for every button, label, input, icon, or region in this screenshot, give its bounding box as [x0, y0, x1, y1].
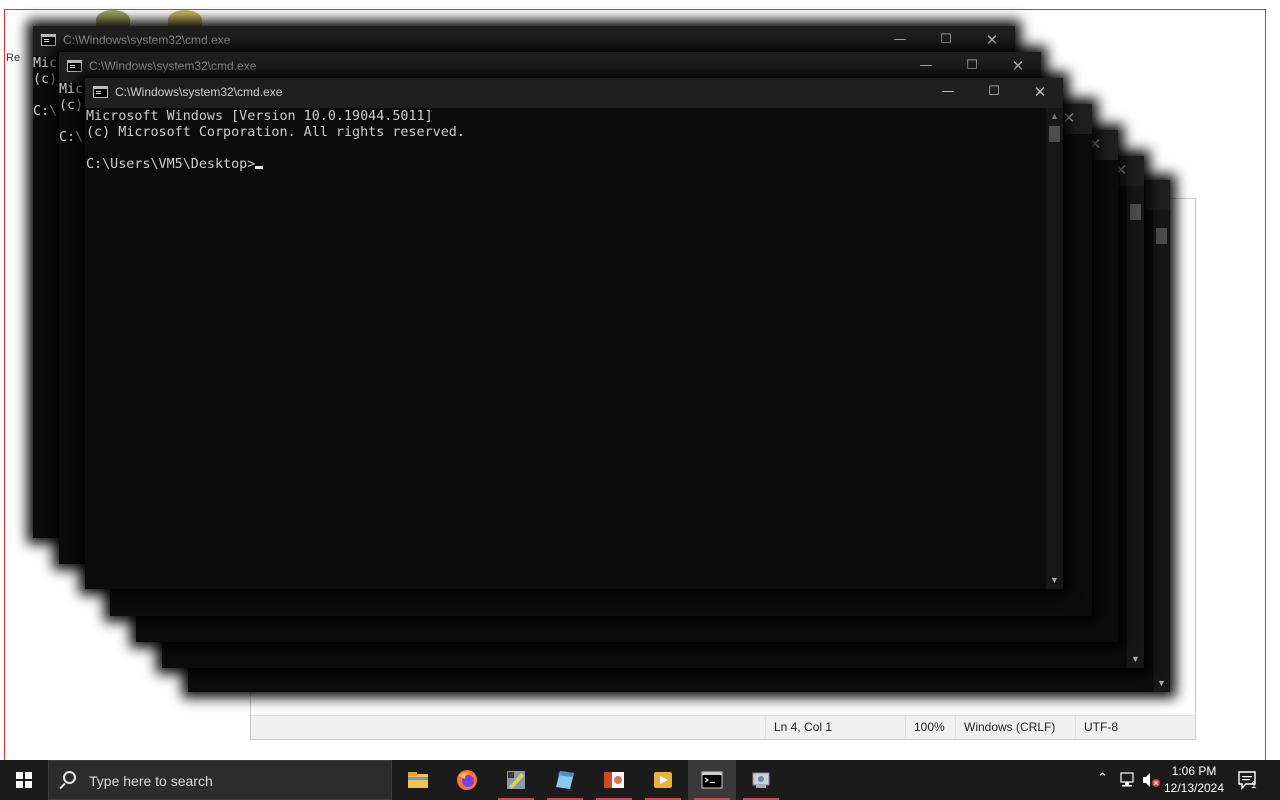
media-player-icon	[654, 772, 672, 788]
taskbar-media-player[interactable]	[639, 760, 687, 800]
taskbar-app-notes[interactable]	[541, 760, 589, 800]
app-tool-icon	[507, 771, 525, 789]
scroll-up-icon[interactable]: ▲	[1046, 108, 1063, 125]
vertical-scrollbar[interactable]: ▲ ▼	[1046, 108, 1063, 589]
network-icon[interactable]	[1118, 772, 1136, 788]
command-prompt-icon	[701, 771, 723, 789]
window-title: C:\Windows\system32\cmd.exe	[89, 59, 257, 73]
console-line: Microsoft Windows [Version 10.0.19044.50…	[86, 109, 433, 124]
window-title: C:\Windows\system32\cmd.exe	[115, 85, 283, 99]
taskbar-firefox[interactable]	[443, 760, 491, 800]
vertical-scrollbar[interactable]: ▼	[1153, 210, 1170, 692]
taskbar-file-explorer[interactable]	[394, 760, 442, 800]
window-title: C:\Windows\system32\cmd.exe	[63, 33, 231, 47]
cmd-app-icon	[41, 34, 56, 46]
taskbar-app-tool[interactable]	[492, 760, 540, 800]
taskbar-app-presentation[interactable]	[590, 760, 638, 800]
taskbar-clock[interactable]: 1:06 PM 12/13/2024	[1162, 763, 1226, 797]
app-notes-icon	[556, 771, 574, 789]
clock-date: 12/13/2024	[1163, 781, 1225, 795]
prompt-line[interactable]: C:\Users\VM5\Desktop>	[86, 157, 1046, 173]
taskbar-search-box[interactable]: Type here to search	[48, 760, 392, 800]
show-hidden-icons-chevron-icon[interactable]: ⌃	[1097, 771, 1108, 786]
close-button[interactable]: ✕	[1017, 78, 1063, 108]
minimize-button[interactable]: —	[925, 78, 971, 108]
app-utility-icon	[752, 772, 770, 788]
console-output[interactable]: Microsoft Windows [Version 10.0.19044.50…	[85, 108, 1046, 589]
taskbar: Type here to search ⌃ 1:06 PM 12/13/2024…	[0, 760, 1280, 800]
status-position: Ln 4, Col 1	[765, 716, 905, 740]
status-line-ending: Windows (CRLF)	[955, 716, 1075, 740]
file-explorer-icon	[408, 772, 428, 788]
clock-time: 1:06 PM	[1171, 764, 1217, 778]
status-encoding: UTF-8	[1075, 716, 1197, 740]
desktop-icon-label: Re	[6, 52, 21, 64]
text-cursor	[255, 166, 264, 169]
taskbar-command-prompt[interactable]	[688, 760, 736, 800]
vertical-scrollbar[interactable]: ▼	[1127, 186, 1144, 668]
scrollbar-thumb[interactable]	[1130, 204, 1141, 220]
volume-muted-icon[interactable]	[1141, 772, 1161, 788]
scrollbar-thumb[interactable]	[1049, 126, 1060, 142]
search-placeholder: Type here to search	[89, 773, 213, 789]
maximize-button[interactable]: ☐	[971, 78, 1017, 108]
console-line: (c) Microsoft Corporation. All rights re…	[86, 125, 465, 140]
scroll-down-icon[interactable]: ▼	[1046, 572, 1063, 589]
notepad-status-bar: Ln 4, Col 1 100% Windows (CRLF) UTF-8	[251, 715, 1197, 740]
start-button[interactable]	[0, 760, 48, 800]
notification-count-badge: 1	[1251, 780, 1257, 791]
app-presentation-icon	[604, 772, 624, 788]
taskbar-app-utility[interactable]	[737, 760, 785, 800]
scroll-down-icon[interactable]: ▼	[1127, 651, 1144, 668]
scrollbar-thumb[interactable]	[1156, 228, 1167, 244]
title-bar[interactable]: C:\Windows\system32\cmd.exe — ☐ ✕	[85, 78, 1063, 108]
firefox-icon	[457, 770, 477, 790]
cmd-app-icon	[93, 86, 108, 98]
scroll-down-icon[interactable]: ▼	[1153, 675, 1170, 692]
prompt-text: C:\Users\VM5\Desktop>	[86, 157, 256, 172]
search-icon	[63, 771, 76, 784]
desktop: Re Ln 4, Col 1 100% Windows (CRLF) UTF-8…	[0, 0, 1280, 760]
windows-logo-icon	[16, 772, 32, 788]
cmd-app-icon	[67, 60, 82, 72]
cmd-window-active[interactable]: C:\Windows\system32\cmd.exe — ☐ ✕ Micros…	[85, 78, 1063, 589]
status-zoom: 100%	[905, 716, 955, 740]
